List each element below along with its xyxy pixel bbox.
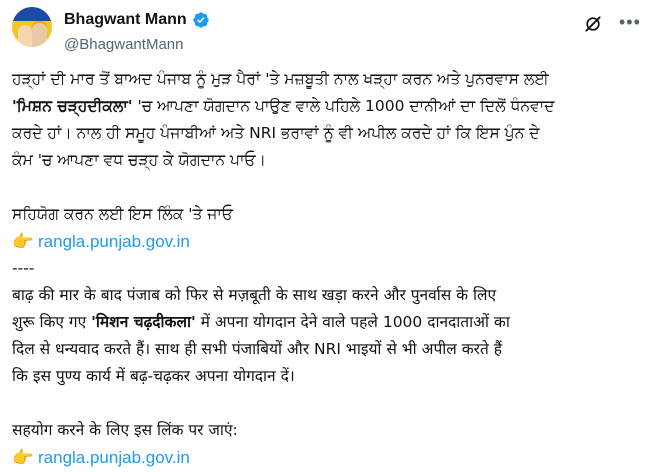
mission-name-hindi: 'मिशन चढ़दीकला' xyxy=(91,313,196,331)
punjabi-line-4: ਕੰਮ 'ਚ ਆਪਣਾ ਵਧ ਚੜ੍ਹ ਕੇ ਯੋਗਦਾਨ ਪਾਓ। xyxy=(12,151,266,169)
avatar[interactable] xyxy=(12,7,52,47)
hindi-link[interactable]: rangla.punjab.gov.in xyxy=(38,448,190,467)
mission-name-punjabi: 'ਮਿਸ਼ਨ ਚੜ੍ਹਦੀਕਲਾ' xyxy=(12,97,133,115)
backhand-index-pointing-right-icon: 👉 xyxy=(12,232,34,252)
punjabi-cta: ਸਹਿਯੋਗ ਕਰਨ ਲਈ ਇਸ ਲਿੰਕ 'ਤੇ ਜਾਓ xyxy=(12,205,233,223)
punjabi-line-2: 'ਮਿਸ਼ਨ ਚੜ੍ਹਦੀਕਲਾ' 'ਚ ਆਪਣਾ ਯੋਗਦਾਨ ਪਾਉਣ ਵਾ… xyxy=(12,97,555,115)
verified-badge-icon xyxy=(192,12,209,28)
punjabi-link[interactable]: rangla.punjab.gov.in xyxy=(38,232,190,251)
author-name[interactable]: Bhagwant Mann xyxy=(64,11,187,29)
hindi-line-4: कि इस पुण्य कार्य में बढ़-चढ़कर अपना योग… xyxy=(12,367,295,385)
post-text: ਹੜ੍ਹਾਂ ਦੀ ਮਾਰ ਤੋਂ ਬਾਅਦ ਪੰਜਾਬ ਨੂੰ ਮੁੜ ਪੈਰ… xyxy=(12,66,638,471)
grok-icon[interactable] xyxy=(583,14,603,34)
more-options-icon[interactable]: ••• xyxy=(619,13,641,31)
post-header: Bhagwant Mann @BhagwantMann ••• xyxy=(0,0,650,60)
punjabi-line-1: ਹੜ੍ਹਾਂ ਦੀ ਮਾਰ ਤੋਂ ਬਾਅਦ ਪੰਜਾਬ ਨੂੰ ਮੁੜ ਪੈਰ… xyxy=(12,70,549,88)
author-name-row: Bhagwant Mann xyxy=(64,11,210,29)
hindi-line-1: बाढ़ की मार के बाद पंजाब को फिर से मज़बू… xyxy=(12,286,497,304)
punjabi-link-row: 👉 rangla.punjab.gov.in xyxy=(12,228,638,255)
backhand-index-pointing-right-icon: 👉 xyxy=(12,448,34,468)
author-handle[interactable]: @BhagwantMann xyxy=(64,36,183,53)
punjabi-line-3: ਕਰਦੇ ਹਾਂ। ਨਾਲ ਹੀ ਸਮੂਹ ਪੰਜਾਬੀਆਂ ਅਤੇ NRI ਭ… xyxy=(12,124,540,142)
hindi-line-3: दिल से धन्यवाद करते हैं। साथ ही सभी पंजा… xyxy=(12,340,502,358)
separator: ---- xyxy=(12,259,35,277)
hindi-link-row: 👉 rangla.punjab.gov.in xyxy=(12,444,638,471)
hindi-cta: सहयोग करने के लिए इस लिंक पर जाएं: xyxy=(12,421,238,439)
hindi-line-2: शुरू किए गए 'मिशन चढ़दीकला' में अपना योग… xyxy=(12,313,510,331)
